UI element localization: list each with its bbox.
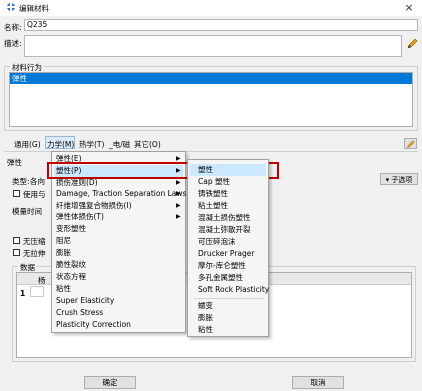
type-label: 类型: bbox=[12, 177, 30, 186]
menu-item-plasticity[interactable]: 塑性 bbox=[198, 164, 213, 176]
menu-item-clay[interactable]: 粘土塑性 bbox=[198, 200, 228, 212]
menu-item-brittle-cracking[interactable]: 脆性裂纹 bbox=[56, 259, 86, 271]
title-bar bbox=[0, 0, 422, 16]
pencil-icon[interactable] bbox=[406, 38, 418, 50]
no-compression-label: 无压缩 bbox=[23, 237, 46, 246]
close-icon[interactable]: × bbox=[401, 0, 417, 15]
pencil-icon bbox=[407, 140, 415, 148]
table-cell[interactable] bbox=[30, 286, 44, 297]
menu-item-mohr-coulomb[interactable]: 摩尔-库仑塑性 bbox=[198, 260, 246, 272]
column-header: 杨 bbox=[38, 276, 46, 285]
no-compression-checkbox[interactable] bbox=[13, 237, 20, 244]
use-checkbox[interactable] bbox=[13, 190, 20, 197]
menu-item-swelling[interactable]: 膨胀 bbox=[198, 312, 213, 324]
menu-other[interactable]: 其它(O) bbox=[134, 139, 161, 150]
no-tension-checkbox[interactable] bbox=[13, 249, 20, 256]
menu-item-elastomer-damage[interactable]: 弹性体损伤(T) bbox=[56, 211, 104, 223]
suboptions-button[interactable]: ▾ 子选项 bbox=[380, 173, 418, 185]
menu-item-porous-metal[interactable]: 多孔金属塑性 bbox=[198, 272, 243, 284]
menu-separator bbox=[194, 298, 264, 299]
no-tension-label: 无拉伸 bbox=[23, 249, 46, 258]
description-field[interactable] bbox=[24, 35, 402, 57]
cancel-button[interactable]: 取消 bbox=[292, 376, 344, 389]
menu-item-expansion[interactable]: 膨胀 bbox=[56, 247, 71, 259]
ok-button[interactable]: 确定 bbox=[84, 376, 136, 389]
menu-item-deformation-plasticity[interactable]: 变形塑性 bbox=[56, 223, 86, 235]
menu-general[interactable]: 通用(G) bbox=[14, 139, 41, 150]
menu-item-super-elasticity[interactable]: Super Elasticity bbox=[56, 295, 114, 307]
menu-item-eos[interactable]: 状态方程 bbox=[56, 271, 86, 283]
menu-item-soft-rock[interactable]: Soft Rock Plasticity bbox=[198, 284, 269, 296]
name-label: 名称: bbox=[4, 23, 22, 32]
type-value[interactable]: 各向 bbox=[30, 176, 45, 187]
menu-mechanical[interactable]: 力学(M) bbox=[47, 139, 74, 150]
submenu-arrow-icon: ▶ bbox=[176, 190, 181, 197]
menu-item-viscous[interactable]: 粘性 bbox=[198, 324, 213, 336]
plastic-submenu: 塑性 Cap 塑性 铸铁塑性 粘土塑性 混凝土损伤塑性 混凝土弥散开裂 可压碎泡… bbox=[187, 159, 269, 337]
submenu-arrow-icon: ▶ bbox=[176, 213, 181, 220]
menu-item-viscosity[interactable]: 粘性 bbox=[56, 283, 71, 295]
elastic-title: 弹性 bbox=[7, 158, 22, 167]
menu-item-plasticity-correction[interactable]: Plasticity Correction bbox=[56, 319, 131, 331]
menu-item-crush-stress[interactable]: Crush Stress bbox=[56, 307, 103, 319]
moduli-label: 模量时间 bbox=[12, 207, 42, 216]
menu-thermal[interactable]: 热学(T) bbox=[79, 139, 104, 150]
edit-behavior-button[interactable] bbox=[404, 138, 417, 149]
material-edit-icon bbox=[7, 3, 15, 11]
menu-electrical-magnetic[interactable]: _电/磁 bbox=[109, 139, 130, 150]
use-label: 使用与 bbox=[23, 190, 46, 199]
description-label: 描述: bbox=[4, 39, 22, 48]
menu-item-creep[interactable]: 蠕变 bbox=[198, 300, 213, 312]
menu-item-cast-iron[interactable]: 铸铁塑性 bbox=[198, 188, 228, 200]
menu-item-concrete-smeared[interactable]: 混凝土弥散开裂 bbox=[198, 224, 251, 236]
menu-item-concrete-damaged[interactable]: 混凝土损伤塑性 bbox=[198, 212, 251, 224]
suboptions-label: 子选项 bbox=[391, 176, 413, 184]
menu-item-crushable-foam[interactable]: 可压碎泡沫 bbox=[198, 236, 236, 248]
row-number: 1 bbox=[20, 289, 26, 298]
window-title: 编辑材料 bbox=[19, 4, 49, 13]
menu-item-cap-plasticity[interactable]: Cap 塑性 bbox=[198, 176, 230, 188]
menu-item-drucker-prager[interactable]: Drucker Prager bbox=[198, 248, 254, 260]
menu-item-damping[interactable]: 阻尼 bbox=[56, 235, 71, 247]
list-item[interactable]: 弹性 bbox=[10, 73, 412, 84]
name-field[interactable]: Q235 bbox=[24, 19, 418, 31]
